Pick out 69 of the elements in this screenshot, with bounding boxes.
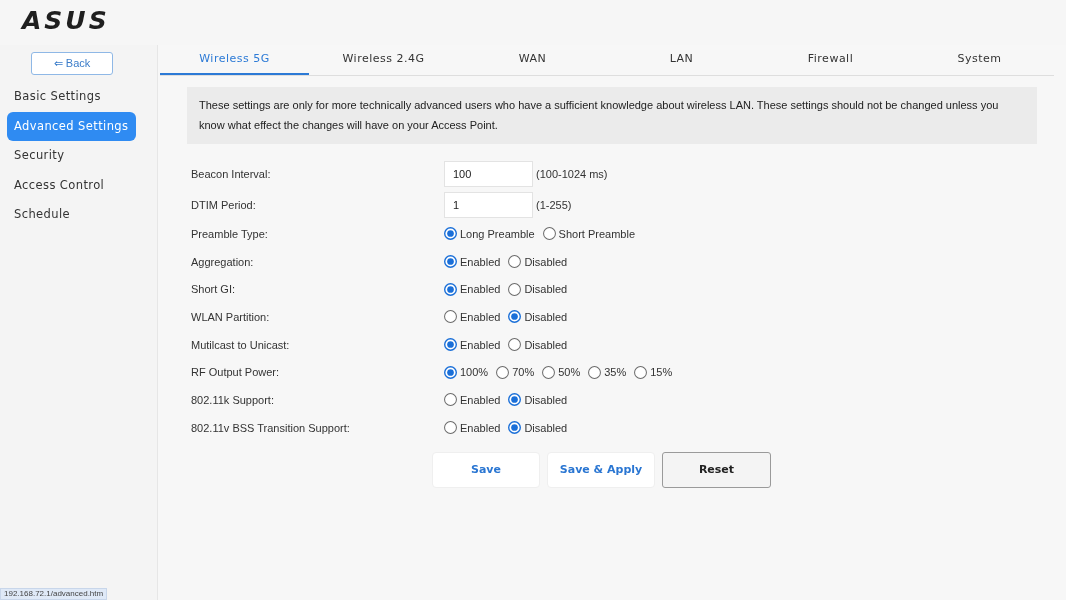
radio-button[interactable] [444, 255, 457, 269]
radio-button[interactable] [444, 338, 457, 352]
option-label: Disabled [524, 338, 568, 351]
radio-button[interactable] [508, 421, 522, 435]
radio-button[interactable] [444, 393, 457, 407]
radio-button[interactable] [444, 310, 457, 324]
range-hint: (1-255) [536, 198, 572, 211]
save-button[interactable]: Save [432, 451, 540, 488]
field-label: RF Output Power: [191, 366, 281, 379]
option-label: Enabled [460, 283, 501, 296]
option-label: Enabled [460, 421, 501, 434]
tab[interactable]: Firewall [756, 45, 905, 75]
field-label: Beacon Interval: [191, 167, 272, 180]
sidebar-item[interactable]: Access Control [7, 170, 136, 200]
field-label: 802.11v BSS Transition Support: [191, 421, 351, 434]
field-label: Preamble Type: [191, 227, 269, 240]
field-label: Short GI: [191, 283, 237, 296]
option-label: Disabled [524, 255, 568, 268]
sidebar-item[interactable]: Basic Settings [7, 82, 136, 112]
sidebar-item[interactable]: Schedule [7, 200, 136, 230]
radio-button[interactable] [444, 282, 457, 296]
option-label: Disabled [524, 283, 568, 296]
field-label: DTIM Period: [191, 198, 257, 211]
option-label: Short Preamble [558, 227, 636, 240]
option-label: Enabled [460, 393, 501, 406]
radio-button[interactable] [508, 255, 522, 269]
radio-button[interactable] [634, 365, 648, 379]
field-label: 802.11k Support: [191, 393, 275, 406]
option-label: 70% [512, 366, 535, 379]
option-label: Enabled [460, 255, 501, 268]
radio-button[interactable] [588, 365, 602, 379]
option-label: Disabled [524, 421, 568, 434]
option-label: Enabled [460, 338, 501, 351]
radio-button[interactable] [508, 393, 522, 407]
option-label: 15% [650, 366, 673, 379]
radio-button[interactable] [508, 338, 522, 352]
option-label: 100% [460, 366, 489, 379]
field-label: WLAN Partition: [191, 310, 271, 323]
tab[interactable]: Wireless 2.4G [309, 45, 458, 75]
back-button[interactable]: ⇐ Back [31, 52, 113, 75]
radio-button[interactable] [444, 227, 457, 241]
radio-button[interactable] [444, 421, 457, 435]
tab[interactable]: LAN [607, 45, 756, 75]
radio-button[interactable] [508, 282, 522, 296]
option-label: Disabled [524, 310, 568, 323]
field-label: Mutilcast to Unicast: [191, 338, 291, 351]
option-label: 50% [558, 366, 581, 379]
radio-button[interactable] [542, 227, 556, 241]
radio-button[interactable] [508, 310, 522, 324]
save-button[interactable]: Save & Apply [547, 451, 655, 488]
option-label: Disabled [524, 393, 568, 406]
tab[interactable]: Wireless 5G [160, 45, 309, 75]
input-field[interactable]: 100 [444, 160, 533, 187]
range-hint: (100-1024 ms) [536, 167, 608, 180]
reset-button[interactable]: Reset [662, 451, 771, 488]
sidebar-item[interactable]: Security [7, 141, 136, 171]
status-url: 192.168.72.1/advanced.htm [0, 588, 108, 600]
radio-button[interactable] [542, 365, 556, 379]
option-label: 35% [604, 366, 627, 379]
input-field[interactable]: 1 [444, 191, 533, 218]
option-label: Enabled [460, 310, 501, 323]
notice-text: These settings are only for more technically advanced users who have a sufficient knowledge about wireless LAN. These settings should not be changed unless you know what effect the changes will have on your Access Point. [187, 87, 1037, 144]
tab[interactable]: System [905, 45, 1054, 75]
tab[interactable]: WAN [458, 45, 607, 75]
radio-button[interactable] [496, 365, 510, 379]
field-label: Aggregation: [191, 255, 255, 268]
brand-logo: ASUS [22, 8, 110, 33]
option-label: Long Preamble [460, 227, 535, 240]
radio-button[interactable] [444, 365, 457, 379]
